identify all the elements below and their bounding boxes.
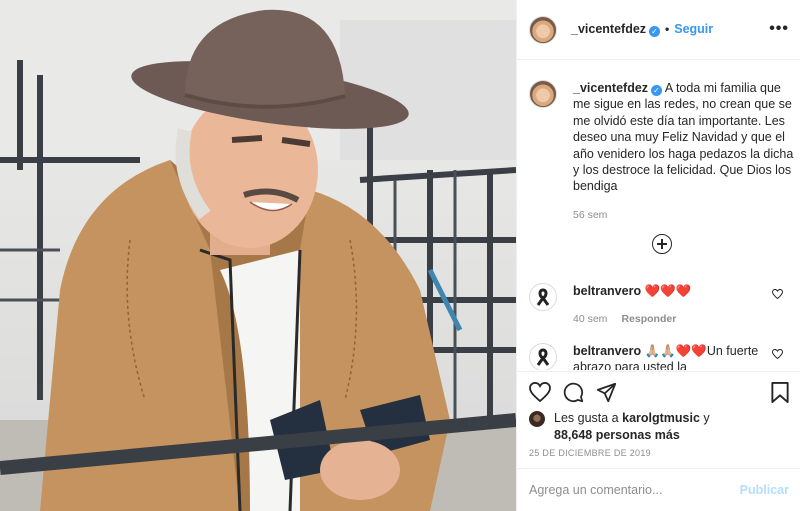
post-header: _vicentefdez ✓ • Seguir •••: [517, 0, 800, 60]
share-icon[interactable]: [596, 382, 617, 403]
caption-text: A toda mi familia que me sigue en las re…: [573, 81, 794, 194]
comment-like-heart-icon[interactable]: [772, 289, 783, 299]
instagram-post: _vicentefdez ✓ • Seguir ••• _vicentefdez ✓ A…: [0, 0, 800, 511]
comment-username[interactable]: beltranvero: [573, 284, 641, 298]
header-userline: _vicentefdez ✓ • Seguir: [571, 22, 713, 37]
photo-illustration: [0, 0, 516, 511]
publish-button[interactable]: Publicar: [740, 483, 789, 497]
comment-time[interactable]: 40 sem: [573, 313, 607, 325]
caption-body: _vicentefdez ✓ A toda mi familia que me s…: [573, 80, 799, 223]
likes-text: Les gusta a karolgtmusic y 88,648 person…: [554, 410, 774, 444]
likes-count[interactable]: 88,648 personas más: [554, 428, 680, 442]
follow-button[interactable]: Seguir: [674, 22, 713, 36]
liker-username[interactable]: karolgtmusic: [622, 411, 700, 425]
post-actions: Les gusta a karolgtmusic y 88,648 person…: [517, 371, 800, 511]
author-avatar[interactable]: [529, 16, 557, 44]
comment-body: beltranvero 🙏🏼🙏🏼❤️❤️Un fuerte abrazo par…: [573, 343, 773, 370]
caption-username[interactable]: _vicentefdez: [573, 81, 648, 95]
comment-text: ❤️❤️❤️: [644, 284, 692, 298]
header-username[interactable]: _vicentefdez: [571, 22, 646, 36]
likes-suffix: y: [703, 411, 710, 425]
ribbon-icon: [536, 288, 550, 306]
more-options-icon[interactable]: •••: [769, 20, 789, 38]
action-icons: [529, 382, 617, 403]
commenter-avatar[interactable]: [529, 343, 557, 370]
comment-body: beltranvero ❤️❤️❤️ 40 sem Responder: [573, 283, 773, 327]
post-photo[interactable]: [0, 0, 516, 511]
comment-item: beltranvero 🙏🏼🙏🏼❤️❤️Un fuerte abrazo par…: [529, 343, 791, 370]
comment-meta: 40 sem Responder: [573, 311, 773, 327]
heart-icon[interactable]: [529, 382, 551, 402]
caption-avatar[interactable]: [529, 80, 557, 108]
ribbon-icon: [536, 348, 550, 366]
add-circle-icon[interactable]: [652, 234, 672, 254]
comment-username[interactable]: beltranvero: [573, 344, 641, 358]
caption-time[interactable]: 56 sem: [573, 207, 799, 223]
post-date[interactable]: 25 DE DICIEMBRE DE 2019: [529, 448, 651, 458]
comment-input[interactable]: Agrega un comentario...: [529, 483, 662, 497]
commenter-avatar[interactable]: [529, 283, 557, 311]
bookmark-icon[interactable]: [771, 382, 789, 403]
verified-badge-icon: ✓: [651, 85, 663, 96]
post-side-panel: _vicentefdez ✓ • Seguir ••• _vicentefdez ✓ A…: [516, 0, 800, 511]
comment-like-heart-icon[interactable]: [772, 349, 783, 359]
add-comment-bar: Agrega un comentario... Publicar: [517, 468, 800, 511]
likes-prefix: Les gusta a: [554, 411, 619, 425]
reply-button[interactable]: Responder: [621, 313, 676, 325]
comment-icon[interactable]: [563, 382, 584, 403]
liker-avatar[interactable]: [529, 411, 545, 427]
header-separator: •: [665, 22, 670, 36]
verified-badge-icon: ✓: [649, 26, 661, 37]
